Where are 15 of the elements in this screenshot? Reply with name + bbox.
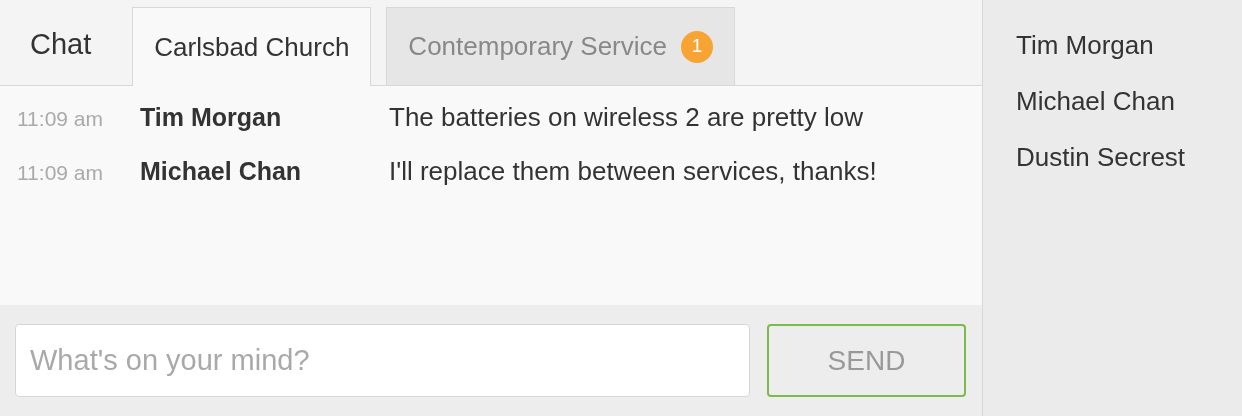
tab[interactable]: Carlsbad Church [132, 7, 372, 86]
participant-name: Michael Chan [1016, 85, 1176, 118]
chat-title: Chat [29, 26, 93, 62]
message-input[interactable]: What's on your mind? [15, 324, 750, 397]
send-button[interactable]: SEND [767, 324, 966, 397]
message-time: 11:09 am [16, 106, 104, 132]
participant-name: Tim Morgan [1016, 29, 1155, 62]
message-author: Michael Chan [140, 156, 303, 187]
message-time: 11:09 am [16, 160, 104, 186]
message-author: Tim Morgan [140, 102, 283, 133]
unread-badge: 1 [681, 30, 713, 63]
message-text: The batteries on wireless 2 are pretty low [389, 101, 863, 134]
message-text: I'll replace them between services, thanks! [389, 155, 877, 188]
tab[interactable]: Contemporary Service 1 [386, 7, 735, 85]
participant-name: Dustin Secrest [1016, 141, 1187, 174]
